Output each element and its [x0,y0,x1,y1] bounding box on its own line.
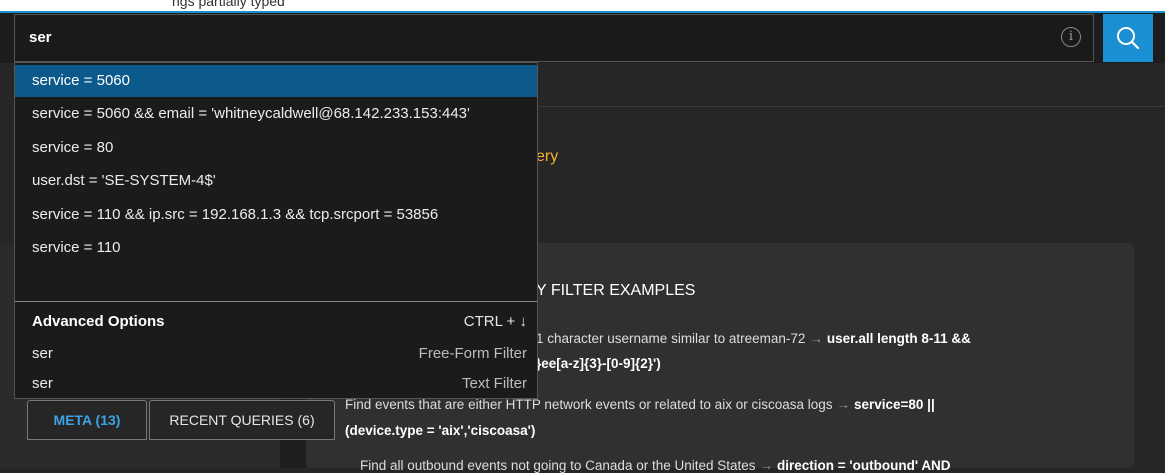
tab-meta[interactable]: META (13) [27,400,147,440]
advanced-options-title: Advanced Options [32,313,165,330]
advanced-options-header: Advanced Options CTRL + ↓ [15,307,537,337]
arrow-icon: → [836,397,850,412]
example-1-line-2: }ee[a-z]{3}-[0-9]{2}') [536,356,661,371]
advanced-separator [15,301,537,302]
example-1-query[interactable]: user.all length 8-11 && [827,331,971,346]
suggestion-item[interactable]: user.dst = 'SE-SYSTEM-4$' [15,165,537,197]
example-2-line-1: Find events that are either HTTP network… [345,397,935,412]
suggestion-item[interactable]: service = 110 [15,232,537,264]
query-fragment: ery [536,148,559,165]
example-3-text: Find all outbound events not going to Ca… [360,458,756,473]
search-input[interactable]: ser [14,14,1094,62]
example-2-query-cont[interactable]: (device.type = 'aix','ciscoasa') [345,423,535,438]
suggestion-item[interactable]: service = 80 [15,132,537,164]
example-3-query[interactable]: direction = 'outbound' AND [777,458,951,473]
search-button[interactable] [1103,14,1153,62]
suggestion-item[interactable]: service = 5060 [15,65,537,97]
advanced-option-type: Text Filter [461,375,527,392]
advanced-option-text[interactable]: ser Text Filter [15,369,537,399]
advanced-option-value: ser [32,345,53,362]
advanced-option-value: ser [32,375,53,392]
autocomplete-dropdown: service = 5060 service = 5060 && email =… [14,62,538,399]
info-icon[interactable]: i [1061,27,1081,47]
top-clip-text: ngs partially typed [172,0,285,9]
suggestion-item[interactable]: service = 110 && ip.src = 192.168.1.3 &&… [15,199,537,231]
example-1-line-1: 1 character username similar to atreeman… [536,331,971,346]
arrow-icon: → [759,458,774,473]
example-2-text: Find events that are either HTTP network… [345,397,833,412]
example-3-line-1: Find all outbound events not going to Ca… [360,458,951,473]
tab-recent-queries[interactable]: RECENT QUERIES (6) [149,400,335,440]
advanced-option-type: Free-Form Filter [418,345,527,362]
arrow-icon: → [809,331,823,346]
examples-title: Y FILTER EXAMPLES [536,282,696,299]
example-2-line-2: (device.type = 'aix','ciscoasa') [345,423,535,438]
advanced-option-free-form[interactable]: ser Free-Form Filter [15,339,537,369]
example-2-query[interactable]: service=80 || [854,397,935,412]
example-1-query-cont[interactable]: }ee[a-z]{3}-[0-9]{2}') [536,356,661,371]
search-icon [1117,27,1140,50]
example-1-text: 1 character username similar to atreeman… [536,331,806,346]
advanced-shortcut: CTRL + ↓ [463,313,527,330]
suggestion-item[interactable]: service = 5060 && email = 'whitneycaldwe… [15,98,537,130]
